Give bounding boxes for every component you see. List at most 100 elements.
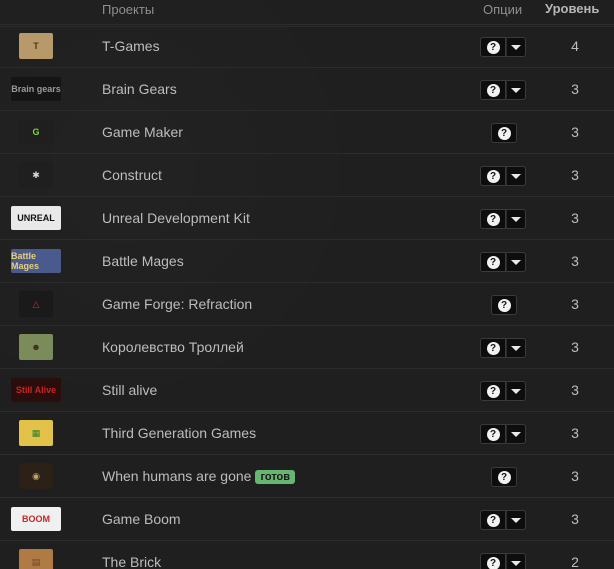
question-icon: ? xyxy=(486,427,500,441)
table-header: Проекты Опции Уровень xyxy=(0,0,614,27)
chevron-down-icon xyxy=(511,44,521,50)
table-row[interactable]: ▤ The Brick? 2 xyxy=(0,540,614,569)
help-button[interactable]: ? xyxy=(480,209,506,229)
help-button[interactable]: ? xyxy=(491,123,517,143)
table-row[interactable]: ✱ Construct? 3 xyxy=(0,153,614,196)
project-name: Battle Mages xyxy=(102,253,184,269)
project-logo: ▤ xyxy=(19,549,53,569)
t-games-logo[interactable]: T xyxy=(11,32,61,60)
table-row[interactable]: ◉ When humans are gone готов? 3 xyxy=(0,454,614,497)
help-button[interactable]: ? xyxy=(480,381,506,401)
still-alive-logo[interactable]: Still Alive xyxy=(11,376,61,404)
table-row[interactable]: Brain gears Brain Gears? 3 xyxy=(0,67,614,110)
project-logo: G xyxy=(19,119,53,145)
project-name-link[interactable]: Королевство Троллей xyxy=(102,339,244,355)
question-icon: ? xyxy=(486,384,500,398)
game-forge-logo[interactable]: △ xyxy=(11,290,61,318)
help-button[interactable]: ? xyxy=(480,166,506,186)
table-row[interactable]: UNREAL Unreal Development Kit? 3 xyxy=(0,196,614,239)
question-icon: ? xyxy=(486,341,500,355)
options-dropdown-button[interactable] xyxy=(506,166,526,186)
project-name-link[interactable]: Unreal Development Kit xyxy=(102,210,250,226)
project-name-link[interactable]: Still alive xyxy=(102,382,157,398)
chevron-down-icon xyxy=(511,87,521,93)
table-row[interactable]: Still Alive Still alive? 3 xyxy=(0,368,614,411)
project-name: Construct xyxy=(102,167,162,183)
question-icon: ? xyxy=(497,298,511,312)
options-dropdown-button[interactable] xyxy=(506,510,526,530)
troll-kingdom-logo[interactable]: ☻ xyxy=(11,333,61,361)
project-name: Game Forge: Refraction xyxy=(102,296,253,312)
question-icon: ? xyxy=(486,169,500,183)
when-humans-logo[interactable]: ◉ xyxy=(11,462,61,490)
help-button[interactable]: ? xyxy=(480,553,506,569)
project-name-link[interactable]: T-Games xyxy=(102,38,160,54)
table-row[interactable]: ☻ Королевство Троллей? 3 xyxy=(0,325,614,368)
options-dropdown-button[interactable] xyxy=(506,80,526,100)
third-generation-logo[interactable]: ▦ xyxy=(11,419,61,447)
project-name-link[interactable]: Game Boom xyxy=(102,511,181,527)
project-name-link[interactable]: Construct xyxy=(102,167,162,183)
project-name-link[interactable]: The Brick xyxy=(102,554,161,569)
options-dropdown-button[interactable] xyxy=(506,381,526,401)
options-group: ? xyxy=(480,424,526,444)
project-name: Королевство Троллей xyxy=(102,339,244,355)
chevron-down-icon xyxy=(511,560,521,566)
project-level: 3 xyxy=(571,253,579,269)
project-name-link[interactable]: Game Forge: Refraction xyxy=(102,296,252,312)
project-name: Still alive xyxy=(102,382,158,398)
header-projects: Проекты xyxy=(102,2,155,17)
game-boom-logo[interactable]: BOOM xyxy=(11,505,61,533)
help-button[interactable]: ? xyxy=(480,510,506,530)
project-logo: ☻ xyxy=(19,334,53,360)
project-logo: Still Alive xyxy=(11,378,61,402)
table-row[interactable]: BOOM Game Boom? 3 xyxy=(0,497,614,540)
table-row[interactable]: T T-Games? 4 xyxy=(0,24,614,67)
brain-gears-logo[interactable]: Brain gears xyxy=(11,75,61,103)
project-level: 3 xyxy=(571,296,579,312)
options-group: ? xyxy=(480,252,526,272)
game-maker-logo[interactable]: G xyxy=(11,118,61,146)
options-dropdown-button[interactable] xyxy=(506,424,526,444)
table-row[interactable]: Battle Mages Battle Mages? 3 xyxy=(0,239,614,282)
help-button[interactable]: ? xyxy=(480,80,506,100)
table-row[interactable]: △ Game Forge: Refraction? 3 xyxy=(0,282,614,325)
project-logo: ▦ xyxy=(19,420,53,446)
question-icon: ? xyxy=(486,255,500,269)
options-dropdown-button[interactable] xyxy=(506,553,526,569)
options-dropdown-button[interactable] xyxy=(506,252,526,272)
question-icon: ? xyxy=(486,40,500,54)
project-name-link[interactable]: When humans are gone готов xyxy=(102,468,296,484)
project-level: 3 xyxy=(571,511,579,527)
help-button[interactable]: ? xyxy=(491,295,517,315)
unreal-logo[interactable]: UNREAL xyxy=(11,204,61,232)
table-row[interactable]: ▦ Third Generation Games? 3 xyxy=(0,411,614,454)
options-dropdown-button[interactable] xyxy=(506,209,526,229)
help-button[interactable]: ? xyxy=(491,467,517,487)
options-group: ? xyxy=(480,80,526,100)
help-button[interactable]: ? xyxy=(480,338,506,358)
project-name-link[interactable]: Game Maker xyxy=(102,124,183,140)
the-brick-logo[interactable]: ▤ xyxy=(11,548,61,569)
options-dropdown-button[interactable] xyxy=(506,37,526,57)
help-button[interactable]: ? xyxy=(480,424,506,444)
table-row[interactable]: G Game Maker? 3 xyxy=(0,110,614,153)
construct-logo[interactable]: ✱ xyxy=(11,161,61,189)
help-button[interactable]: ? xyxy=(480,37,506,57)
project-name: Brain Gears xyxy=(102,81,177,97)
chevron-down-icon xyxy=(511,345,521,351)
project-name-link[interactable]: Brain Gears xyxy=(102,81,177,97)
help-button[interactable]: ? xyxy=(480,252,506,272)
project-name-link[interactable]: Third Generation Games xyxy=(102,425,256,441)
question-icon: ? xyxy=(486,513,500,527)
options-group: ? xyxy=(480,381,526,401)
options-dropdown-button[interactable] xyxy=(506,338,526,358)
project-logo: ✱ xyxy=(19,162,53,188)
options-group: ? xyxy=(491,467,517,487)
question-icon: ? xyxy=(486,212,500,226)
battle-mages-logo[interactable]: Battle Mages xyxy=(11,247,61,275)
project-level: 3 xyxy=(571,167,579,183)
options-group: ? xyxy=(480,209,526,229)
question-icon: ? xyxy=(497,126,511,140)
project-name-link[interactable]: Battle Mages xyxy=(102,253,184,269)
